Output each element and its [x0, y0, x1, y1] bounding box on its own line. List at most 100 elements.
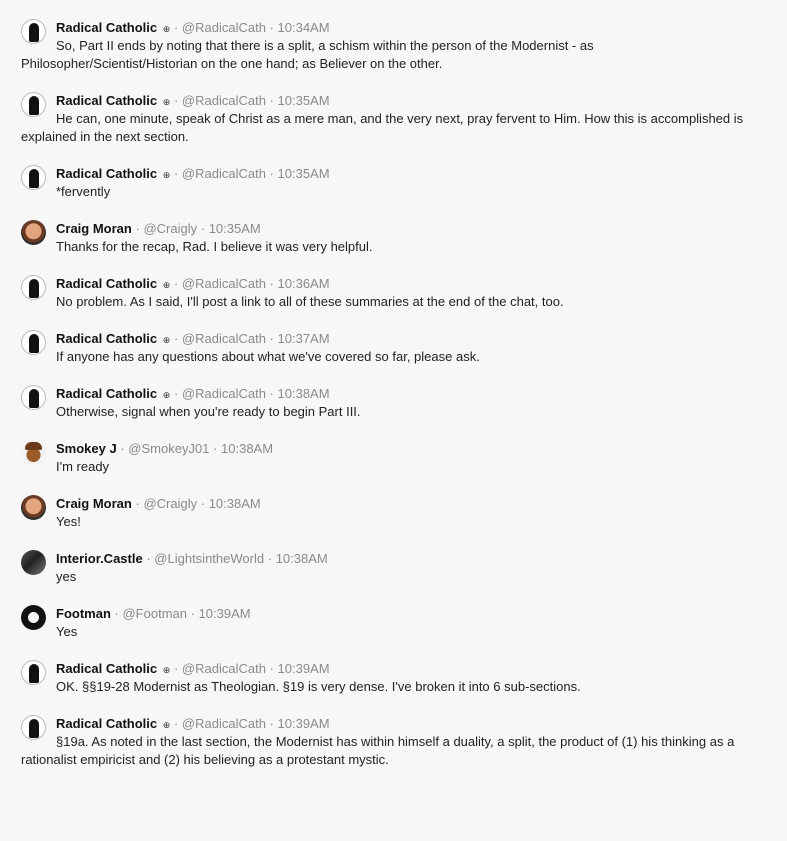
message-text: Otherwise, signal when you're ready to b… — [56, 404, 361, 419]
user-avatar[interactable] — [21, 385, 46, 410]
user-avatar[interactable] — [21, 440, 46, 465]
author-handle[interactable]: @RadicalCath — [182, 386, 266, 401]
message-header: Smokey J · @SmokeyJ01 · 10:38AM — [56, 440, 767, 457]
separator: · — [173, 276, 179, 291]
author-handle[interactable]: @RadicalCath — [182, 331, 266, 346]
author-name[interactable]: Interior.Castle — [56, 551, 143, 566]
author-name[interactable]: Radical Catholic — [56, 386, 157, 401]
timestamp: 10:35AM — [277, 93, 330, 108]
separator: · — [213, 441, 218, 456]
chat-message: Radical Catholic ⊕ · @RadicalCath · 10:3… — [0, 641, 787, 696]
separator: · — [269, 93, 274, 108]
user-avatar[interactable] — [21, 550, 46, 575]
user-avatar[interactable] — [21, 165, 46, 190]
author-handle[interactable]: @SmokeyJ01 — [128, 441, 209, 456]
message-text: No problem. As I said, I'll post a link … — [56, 294, 564, 309]
separator: · — [269, 716, 274, 731]
author-name[interactable]: Craig Moran — [56, 221, 132, 236]
chat-feed: Radical Catholic ⊕ · @RadicalCath · 10:3… — [0, 0, 787, 769]
author-name[interactable]: Radical Catholic — [56, 331, 157, 346]
author-handle[interactable]: @LightsintheWorld — [154, 551, 264, 566]
separator: · — [173, 386, 179, 401]
separator: · — [114, 606, 119, 621]
author-name[interactable]: Radical Catholic — [56, 20, 157, 35]
timestamp: 10:39AM — [277, 716, 330, 731]
separator: · — [135, 221, 140, 236]
author-name[interactable]: Radical Catholic — [56, 93, 157, 108]
message-header: Radical Catholic ⊕ · @RadicalCath · 10:3… — [56, 660, 767, 677]
timestamp: 10:34AM — [277, 20, 330, 35]
message-header: Footman · @Footman · 10:39AM — [56, 605, 767, 622]
author-handle[interactable]: @Footman — [122, 606, 187, 621]
user-avatar[interactable] — [21, 660, 46, 685]
cross-icon: ⊕ — [162, 390, 171, 400]
timestamp: 10:35AM — [208, 221, 261, 236]
chat-message: Radical Catholic ⊕ · @RadicalCath · 10:3… — [0, 73, 787, 146]
author-handle[interactable]: @RadicalCath — [182, 716, 266, 731]
message-text: OK. §§19-28 Modernist as Theologian. §19… — [56, 679, 581, 694]
chat-message: Radical Catholic ⊕ · @RadicalCath · 10:3… — [0, 0, 787, 73]
message-text: Yes! — [56, 514, 81, 529]
chat-message: Radical Catholic ⊕ · @RadicalCath · 10:3… — [0, 366, 787, 421]
timestamp: 10:38AM — [277, 386, 330, 401]
message-header: Radical Catholic ⊕ · @RadicalCath · 10:3… — [56, 92, 767, 109]
user-avatar[interactable] — [21, 220, 46, 245]
separator: · — [269, 276, 274, 291]
author-handle[interactable]: @RadicalCath — [182, 661, 266, 676]
chat-message: Radical Catholic ⊕ · @RadicalCath · 10:3… — [0, 146, 787, 201]
cross-icon: ⊕ — [162, 97, 171, 107]
author-name[interactable]: Smokey J — [56, 441, 117, 456]
chat-message: Craig Moran · @Craigly · 10:35AM Thanks f… — [0, 201, 787, 256]
separator: · — [173, 166, 179, 181]
timestamp: 10:38AM — [275, 551, 328, 566]
author-name[interactable]: Radical Catholic — [56, 166, 157, 181]
author-handle[interactable]: @Craigly — [143, 496, 197, 511]
author-name[interactable]: Radical Catholic — [56, 716, 157, 731]
user-avatar[interactable] — [21, 275, 46, 300]
user-avatar[interactable] — [21, 715, 46, 740]
author-handle[interactable]: @RadicalCath — [182, 166, 266, 181]
cross-icon: ⊕ — [162, 170, 171, 180]
author-name[interactable]: Radical Catholic — [56, 661, 157, 676]
separator: · — [269, 386, 274, 401]
message-header: Interior.Castle · @LightsintheWorld · 10… — [56, 550, 767, 567]
author-name[interactable]: Craig Moran — [56, 496, 132, 511]
message-text: So, Part II ends by noting that there is… — [21, 38, 594, 71]
author-name[interactable]: Radical Catholic — [56, 276, 157, 291]
separator: · — [200, 496, 206, 511]
timestamp: 10:35AM — [277, 166, 330, 181]
author-handle[interactable]: @Craigly — [143, 221, 197, 236]
author-handle[interactable]: @RadicalCath — [182, 20, 266, 35]
separator: · — [190, 606, 195, 621]
cross-icon: ⊕ — [162, 280, 171, 290]
message-text: yes — [56, 569, 77, 584]
message-text: *fervently — [56, 184, 111, 199]
user-avatar[interactable] — [21, 330, 46, 355]
user-avatar[interactable] — [21, 19, 46, 44]
user-avatar[interactable] — [21, 605, 46, 630]
timestamp: 10:36AM — [277, 276, 330, 291]
separator: · — [173, 716, 179, 731]
cross-icon: ⊕ — [162, 720, 171, 730]
separator: · — [269, 20, 274, 35]
separator: · — [200, 221, 206, 236]
cross-icon: ⊕ — [162, 335, 171, 345]
chat-message: Smokey J · @SmokeyJ01 · 10:38AM I'm ready — [0, 421, 787, 476]
author-handle[interactable]: @RadicalCath — [182, 276, 266, 291]
separator: · — [146, 551, 151, 566]
author-handle[interactable]: @RadicalCath — [182, 93, 266, 108]
message-header: Craig Moran · @Craigly · 10:38AM — [56, 495, 767, 512]
cross-icon: ⊕ — [162, 24, 171, 34]
chat-message: Radical Catholic ⊕ · @RadicalCath · 10:3… — [0, 696, 787, 769]
message-header: Radical Catholic ⊕ · @RadicalCath · 10:3… — [56, 385, 767, 402]
message-text: If anyone has any questions about what w… — [56, 349, 480, 364]
separator: · — [120, 441, 125, 456]
user-avatar[interactable] — [21, 495, 46, 520]
separator: · — [269, 331, 274, 346]
separator: · — [269, 661, 274, 676]
author-name[interactable]: Footman — [56, 606, 111, 621]
user-avatar[interactable] — [21, 92, 46, 117]
timestamp: 10:39AM — [198, 606, 251, 621]
cross-icon: ⊕ — [162, 665, 171, 675]
timestamp: 10:38AM — [208, 496, 261, 511]
